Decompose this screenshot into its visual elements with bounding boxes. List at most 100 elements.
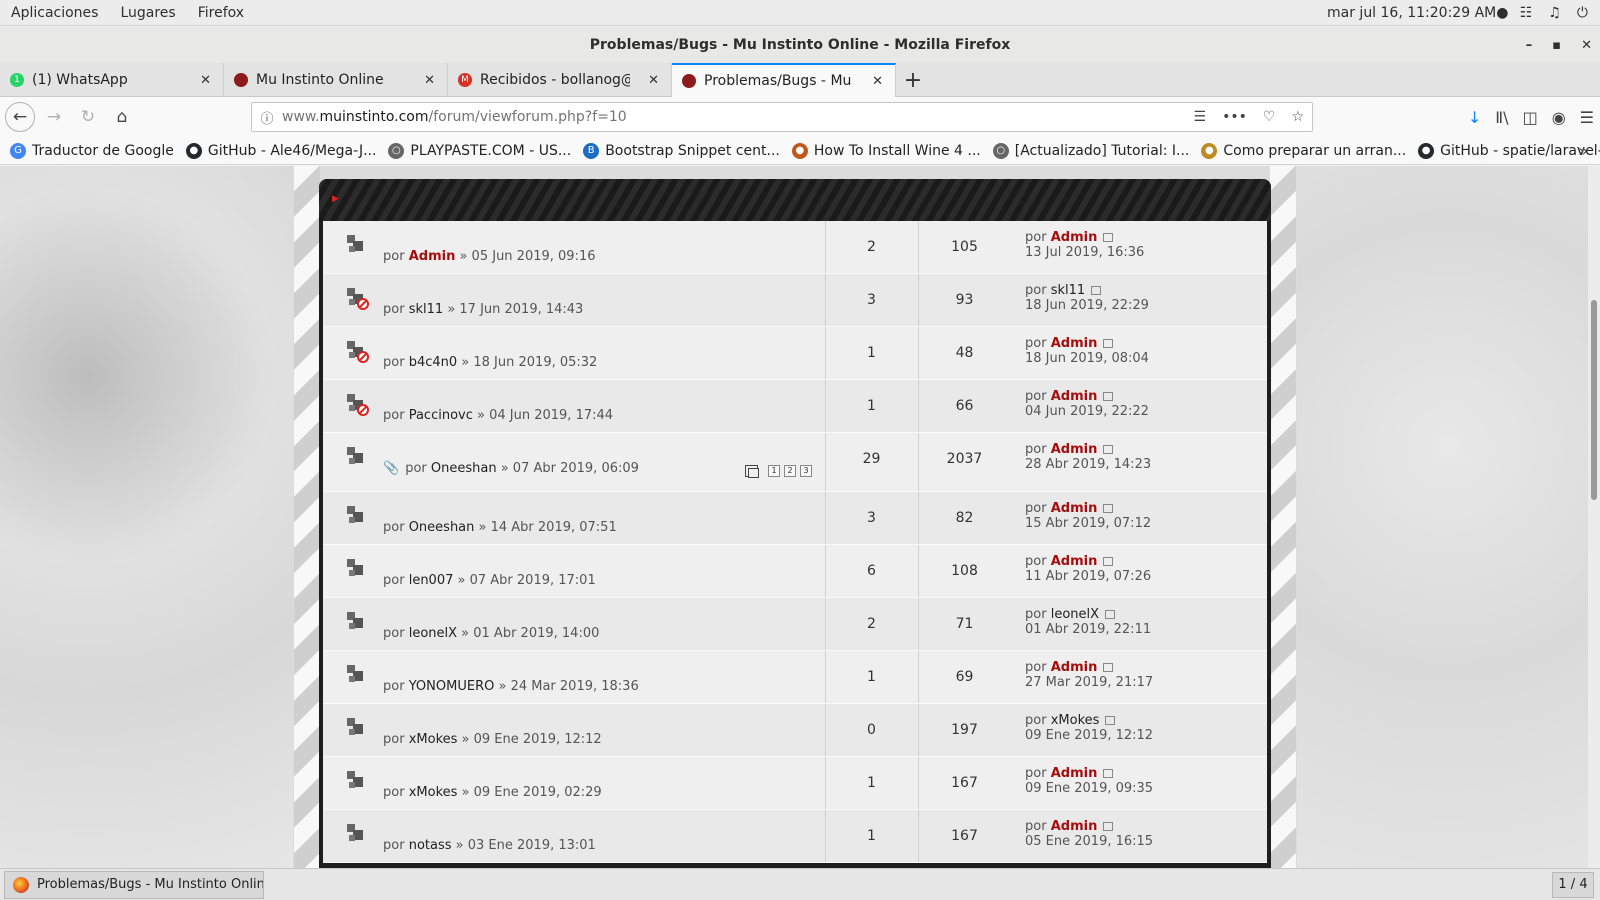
page-scrollbar[interactable] (1588, 166, 1600, 868)
close-window-button[interactable]: ✕ (1581, 38, 1592, 53)
menu-lugares[interactable]: Lugares (109, 5, 186, 21)
bookmark-item[interactable]: ○ [Actualizado] Tutorial: I... (992, 142, 1189, 159)
topic-row[interactable]: por Admin » 05 Jun 2019, 09:16 2 105 por Ad… (323, 221, 1267, 274)
topic-row[interactable]: por Paccinovc » 04 Jun 2019, 17:44 1 66 por… (323, 380, 1267, 433)
url-bar[interactable]: ⓘ www.muinstinto.com/forum/viewforum.php… (251, 102, 1313, 132)
topic-row[interactable]: por len007 » 07 Abr 2019, 17:01 6 108 por A… (323, 545, 1267, 598)
topic-row[interactable]: por leonelX » 01 Abr 2019, 14:00 2 71 por l… (323, 598, 1267, 651)
last-post-author-link[interactable]: Admin (1051, 389, 1098, 404)
page-link[interactable]: 2 (784, 465, 796, 477)
back-button[interactable]: ← (5, 102, 35, 132)
topic-author-link[interactable]: b4c4n0 (409, 355, 457, 370)
power-icon[interactable]: ⏻ (1577, 5, 1588, 21)
topic-row[interactable]: por xMokes » 09 Ene 2019, 02:29 1 167 por A… (323, 757, 1267, 810)
topic-author-link[interactable]: xMokes (409, 732, 458, 747)
goto-last-post-icon[interactable] (1103, 445, 1114, 454)
sidebar-icon[interactable]: ◫ (1523, 108, 1538, 127)
reload-button[interactable]: ↻ (73, 102, 103, 132)
goto-last-post-icon[interactable] (1103, 339, 1114, 348)
site-info-icon[interactable]: ⓘ (252, 108, 282, 127)
page-scrollbar-thumb[interactable] (1591, 300, 1597, 500)
last-post-author-link[interactable]: Admin (1051, 660, 1098, 675)
bookmarks-overflow-icon[interactable]: » (1578, 141, 1588, 160)
bookmark-item[interactable]: B Bootstrap Snippet cent... (583, 142, 780, 159)
page-link[interactable]: 1 (768, 465, 780, 477)
library-icon[interactable]: Ⅱ\ (1495, 108, 1508, 127)
last-post-author-link[interactable]: Admin (1051, 442, 1098, 457)
topic-row[interactable]: 📎 por Oneeshan » 07 Abr 2019, 06:09 1 2 3 29 2… (323, 433, 1267, 492)
goto-last-post-icon[interactable] (1103, 392, 1114, 401)
clock[interactable]: mar jul 16, 11:20:29 AM● (1327, 5, 1508, 21)
goto-last-post-icon[interactable] (1105, 716, 1116, 725)
home-button[interactable]: ⌂ (107, 102, 137, 132)
hamburger-menu-icon[interactable]: ☰ (1580, 108, 1594, 127)
topic-author-link[interactable]: skl11 (409, 302, 443, 317)
tab-close-icon[interactable]: ✕ (872, 74, 883, 89)
browser-tab[interactable]: M Recibidos - bollanog@gm ✕ (448, 63, 672, 97)
last-post-author-link[interactable]: Admin (1051, 501, 1098, 516)
goto-last-post-icon[interactable] (1091, 286, 1102, 295)
bookmark-item[interactable]: ● How To Install Wine 4 ... (791, 142, 981, 159)
last-post-author-link[interactable]: Admin (1051, 336, 1098, 351)
bookmark-item[interactable]: G Traductor de Google (10, 142, 174, 159)
tab-close-icon[interactable]: ✕ (424, 73, 435, 88)
goto-last-post-icon[interactable] (1105, 610, 1116, 619)
system-tray[interactable]: ☷ ♫ ⏻ (1520, 5, 1588, 21)
last-post-author-link[interactable]: Admin (1051, 554, 1098, 569)
downloads-icon[interactable]: ↓ (1468, 108, 1481, 127)
last-post-author-link[interactable]: leonelX (1051, 607, 1099, 622)
topic-author-link[interactable]: xMokes (409, 785, 458, 800)
goto-last-post-icon[interactable] (1103, 504, 1114, 513)
last-post-author-link[interactable]: Admin (1051, 819, 1098, 834)
bookmark-item[interactable]: ● Como preparar un arran... (1201, 142, 1406, 159)
reader-view-icon[interactable]: ☰ (1194, 109, 1207, 125)
topic-author-link[interactable]: Oneeshan (409, 520, 475, 535)
url-text[interactable]: www.muinstinto.com/forum/viewforum.php?f… (282, 109, 627, 125)
browser-tab[interactable]: Mu Instinto Online ✕ (224, 63, 448, 97)
browser-tab[interactable]: Problemas/Bugs - Mu Instint ✕ (672, 63, 896, 97)
topic-row[interactable]: por Oneeshan » 14 Abr 2019, 07:51 3 82 por … (323, 492, 1267, 545)
goto-last-post-icon[interactable] (1103, 557, 1114, 566)
menu-firefox[interactable]: Firefox (187, 5, 255, 21)
tab-close-icon[interactable]: ✕ (648, 73, 659, 88)
forward-button[interactable]: → (39, 102, 69, 132)
topic-author-link[interactable]: leonelX (409, 626, 457, 641)
maximize-button[interactable]: ▪ (1552, 38, 1561, 53)
goto-last-post-icon[interactable] (1103, 822, 1114, 831)
topic-author-link[interactable]: Admin (409, 249, 456, 264)
bookmark-item[interactable]: ● GitHub - spatie/laravel-... (1418, 142, 1600, 159)
account-icon[interactable]: ◉ (1552, 108, 1566, 127)
topic-author-link[interactable]: len007 (409, 573, 454, 588)
topic-author-link[interactable]: YONOMUERO (409, 679, 495, 694)
taskbar-firefox-window[interactable]: Problemas/Bugs - Mu Instinto Onlin... (4, 870, 264, 899)
last-post-author-link[interactable]: xMokes (1051, 713, 1100, 728)
topic-author-link[interactable]: Oneeshan (431, 461, 497, 476)
last-post-author-link[interactable]: Admin (1051, 766, 1098, 781)
topic-author-link[interactable]: notass (409, 838, 452, 853)
page-actions-icon[interactable]: ••• (1222, 109, 1247, 125)
menu-aplicaciones[interactable]: Aplicaciones (0, 5, 109, 21)
workspace-indicator[interactable]: 1 / 4 (1552, 871, 1594, 898)
bookmark-star-icon[interactable]: ☆ (1291, 109, 1304, 125)
bookmark-item[interactable]: ● GitHub - Ale46/Mega-J... (185, 142, 376, 159)
topic-row[interactable]: por b4c4n0 » 18 Jun 2019, 05:32 1 48 por Ad… (323, 327, 1267, 380)
goto-last-post-icon[interactable] (1103, 233, 1114, 242)
goto-last-post-icon[interactable] (1103, 769, 1114, 778)
network-icon[interactable]: ☷ (1520, 5, 1533, 21)
page-link[interactable]: 3 (800, 465, 812, 477)
last-post-author-link[interactable]: Admin (1051, 230, 1098, 245)
topic-row[interactable]: por notass » 03 Ene 2019, 13:01 1 167 por A… (323, 810, 1267, 863)
minimize-button[interactable]: – (1526, 38, 1533, 53)
volume-icon[interactable]: ♫ (1548, 5, 1561, 21)
tab-close-icon[interactable]: ✕ (200, 73, 211, 88)
bookmark-item[interactable]: ○ PLAYPASTE.COM - US... (388, 142, 571, 159)
topic-row[interactable]: por YONOMUERO » 24 Mar 2019, 18:36 1 69 por… (323, 651, 1267, 704)
goto-last-post-icon[interactable] (1103, 663, 1114, 672)
last-post-author-link[interactable]: skl11 (1051, 283, 1085, 298)
topic-row[interactable]: por skl11 » 17 Jun 2019, 14:43 3 93 por skl… (323, 274, 1267, 327)
browser-tab[interactable]: 1 (1) WhatsApp ✕ (0, 63, 224, 97)
topic-row[interactable]: por xMokes » 09 Ene 2019, 12:12 0 197 por x… (323, 704, 1267, 757)
new-tab-button[interactable]: + (896, 63, 930, 97)
pocket-icon[interactable]: ♡ (1263, 109, 1276, 125)
topic-author-link[interactable]: Paccinovc (409, 408, 473, 423)
